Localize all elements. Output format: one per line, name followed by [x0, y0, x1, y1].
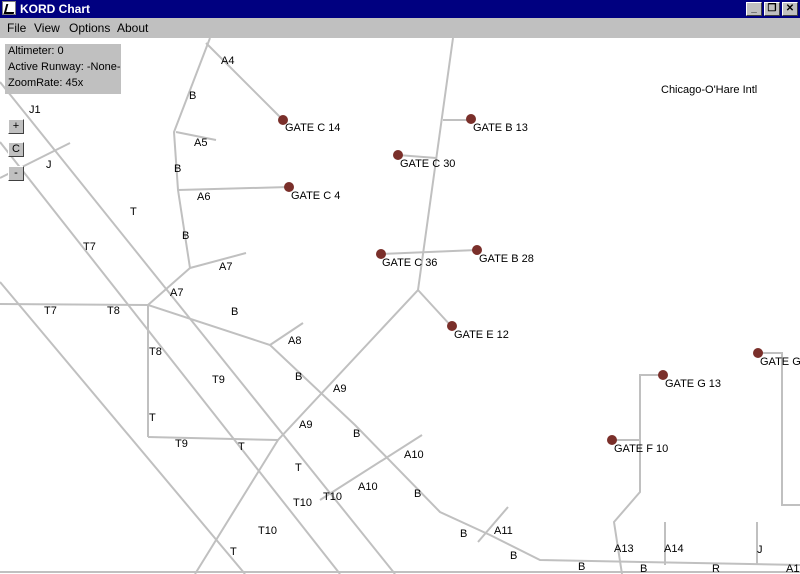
taxiway-label: T9 — [212, 374, 225, 386]
taxiway-line — [146, 267, 800, 566]
title-bar: KORD Chart _ ❐ ✕ — [0, 0, 800, 18]
taxiway-label: B — [414, 488, 421, 500]
gate-f10-label: GATE F 10 — [614, 443, 668, 455]
taxiway-label: J — [757, 544, 763, 556]
gate-markers: GATE C 14 GATE B 13 GATE C 30 GATE C 4 GATE … — [278, 114, 800, 455]
taxiway-label: J1 — [29, 104, 41, 116]
taxiway-chart[interactable]: GATE C 14 GATE B 13 GATE C 30 GATE C 4 GATE … — [0, 38, 800, 574]
taxiway-label: A7 — [170, 287, 183, 299]
taxiway-label: A4 — [221, 55, 234, 67]
taxiway-label: B — [295, 371, 302, 383]
taxiway-label: A5 — [194, 137, 207, 149]
menu-file[interactable]: File — [7, 21, 26, 35]
taxiway-label: A11 — [494, 525, 513, 537]
center-button[interactable]: C — [8, 142, 24, 157]
taxiway-label: R — [712, 563, 720, 574]
taxiway-label: T7 — [83, 241, 96, 253]
taxiway-label: T — [238, 441, 245, 453]
close-button[interactable]: ✕ — [782, 2, 798, 16]
taxiway-label: A13 — [614, 543, 634, 555]
app-icon[interactable] — [2, 1, 16, 15]
taxiway-label: A14 — [664, 543, 684, 555]
gate-b13-label: GATE B 13 — [473, 122, 528, 134]
taxiway-label: A6 — [197, 191, 210, 203]
zoom-in-button[interactable]: + — [8, 119, 24, 134]
window-title: KORD Chart — [20, 2, 91, 16]
taxiway-line — [417, 289, 453, 328]
zoom-out-button[interactable]: - — [8, 166, 24, 181]
active-runway-readout: Active Runway: -None- — [8, 61, 121, 73]
taxiway-label: A10 — [358, 481, 378, 493]
taxiway-label: T7 — [44, 305, 57, 317]
taxiway-label: T — [130, 206, 137, 218]
taxiway-label: A7 — [219, 261, 232, 273]
taxiway-label: A8 — [288, 335, 301, 347]
taxiway-label: B — [460, 528, 467, 540]
taxiway-line — [172, 38, 211, 269]
taxiway-label: T10 — [323, 491, 342, 503]
taxiway-label: A9 — [299, 419, 312, 431]
taxiway-labels: A4 B A5 B A6 B A7 A7 B A8 B A9 A9 B A10 A10 B A11 B B B B R A12… — [29, 55, 800, 574]
taxiway-label: A12 — [786, 563, 800, 574]
taxiway-label: J — [46, 159, 52, 171]
taxiway-line — [205, 42, 284, 121]
taxiway-label: B — [231, 306, 238, 318]
taxiways — [0, 38, 800, 574]
taxiway-line — [177, 186, 290, 191]
taxiway-label: B — [174, 163, 181, 175]
menu-options[interactable]: Options — [69, 21, 110, 35]
taxiway-label: T8 — [107, 305, 120, 317]
airport-map[interactable]: GATE C 14 GATE B 13 GATE C 30 GATE C 4 GATE … — [0, 38, 800, 574]
taxiway-label: T10 — [293, 497, 312, 509]
taxiway-label: T — [230, 546, 237, 558]
minimize-button[interactable]: _ — [746, 2, 762, 16]
taxiway-label: T10 — [258, 525, 277, 537]
taxiway-label: T — [149, 412, 156, 424]
gate-c36-label: GATE C 36 — [382, 257, 437, 269]
gate-b28-label: GATE B 28 — [479, 253, 534, 265]
taxiway-line — [0, 303, 149, 306]
gate-e12-label: GATE E 12 — [454, 329, 509, 341]
gate-g13-label: GATE G 13 — [665, 378, 721, 390]
restore-button[interactable]: ❐ — [764, 2, 780, 16]
taxiway-line — [380, 249, 478, 255]
gate-c30-label: GATE C 30 — [400, 158, 455, 170]
gate-g-label: GATE G — [760, 356, 800, 368]
taxiway-label: B — [189, 90, 196, 102]
status-panel: Altimeter: 0 Active Runway: -None- ZoomR… — [5, 44, 121, 94]
taxiway-line — [0, 141, 341, 574]
gate-c4-label: GATE C 4 — [291, 190, 340, 202]
taxiway-label: T9 — [175, 438, 188, 450]
taxiway-line — [189, 252, 247, 269]
taxiway-label: B — [640, 563, 647, 574]
menu-view[interactable]: View — [34, 21, 60, 35]
menu-bar: File View Options About — [0, 18, 800, 38]
taxiway-line — [147, 436, 279, 441]
taxiway-label: A9 — [333, 383, 346, 395]
taxiway-label: B — [353, 428, 360, 440]
taxiway-line — [758, 352, 800, 506]
gate-c14-label: GATE C 14 — [285, 122, 340, 134]
taxiway-label: T8 — [149, 346, 162, 358]
taxiway-label: B — [578, 561, 585, 573]
altimeter-readout: Altimeter: 0 — [8, 45, 64, 57]
airport-name: Chicago-O'Hare Intl — [661, 84, 758, 96]
zoom-rate-readout: ZoomRate: 45x — [8, 77, 84, 89]
taxiway-label: B — [182, 230, 189, 242]
menu-about[interactable]: About — [117, 21, 148, 35]
taxiway-label: B — [510, 550, 517, 562]
taxiway-label: A10 — [404, 449, 424, 461]
taxiway-label: T — [295, 462, 302, 474]
